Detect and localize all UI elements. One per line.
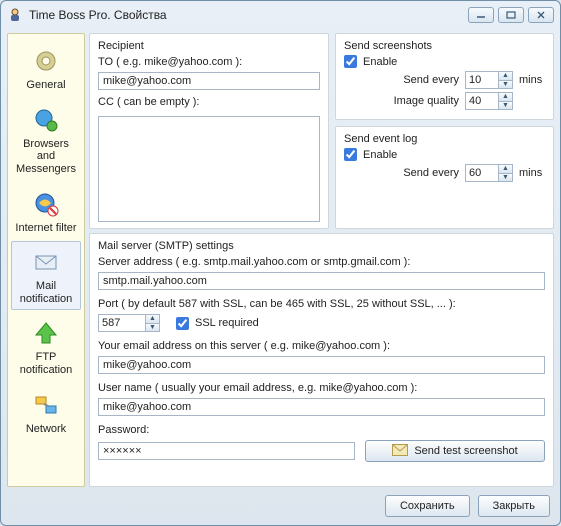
screenshots-quality-label: Image quality	[394, 95, 459, 107]
sidebar-item-label: FTP notification	[14, 351, 78, 376]
close-button[interactable]	[528, 7, 554, 23]
sidebar-item-ftp[interactable]: FTP notification	[11, 312, 81, 381]
screenshots-send-every-label: Send every	[403, 74, 459, 86]
ssl-checkbox[interactable]	[176, 317, 189, 330]
envelope-icon	[392, 444, 408, 459]
globe-people-icon	[30, 104, 62, 136]
recipient-panel: Recipient TO ( e.g. mike@yahoo.com ): CC…	[89, 33, 329, 229]
server-label: Server address ( e.g. smtp.mail.yahoo.co…	[98, 256, 545, 268]
app-window: Time Boss Pro. Свойства General Browsers…	[0, 0, 561, 526]
user-input[interactable]	[98, 398, 545, 416]
eventlog-enable-checkbox[interactable]	[344, 148, 357, 161]
server-input[interactable]	[98, 272, 545, 290]
screenshots-interval-input[interactable]	[465, 71, 499, 89]
sidebar-item-mail[interactable]: Mail notification	[11, 241, 81, 310]
to-input[interactable]	[98, 72, 320, 90]
port-input[interactable]	[98, 314, 146, 332]
your-email-label: Your email address on this server ( e.g.…	[98, 340, 545, 352]
ie-block-icon	[30, 188, 62, 220]
eventlog-enable-label: Enable	[363, 149, 397, 161]
screenshots-panel: Send screenshots Enable Send every ▲▼ mi…	[335, 33, 554, 120]
save-button[interactable]: Сохранить	[385, 495, 470, 517]
to-label: TO ( e.g. mike@yahoo.com ):	[98, 56, 320, 68]
spin-buttons[interactable]: ▲▼	[499, 71, 513, 89]
password-input[interactable]	[98, 442, 355, 460]
sidebar-item-label: Browsers and Messengers	[14, 138, 78, 176]
port-label: Port ( by default 587 with SSL, can be 4…	[98, 298, 545, 310]
network-icon	[30, 389, 62, 421]
recipient-heading: Recipient	[98, 40, 320, 52]
titlebar[interactable]: Time Boss Pro. Свойства	[1, 1, 560, 29]
password-label: Password:	[98, 424, 545, 436]
user-label: User name ( usually your email address, …	[98, 382, 545, 394]
mins-label: mins	[519, 74, 545, 86]
cc-label: CC ( can be empty ):	[98, 96, 320, 108]
ssl-label: SSL required	[195, 317, 259, 329]
sidebar-item-browsers[interactable]: Browsers and Messengers	[11, 99, 81, 181]
send-test-label: Send test screenshot	[414, 445, 517, 457]
sidebar-item-general[interactable]: General	[11, 40, 81, 97]
sidebar: General Browsers and Messengers Internet…	[7, 33, 85, 487]
gear-icon	[30, 45, 62, 77]
sidebar-item-internet-filter[interactable]: Internet filter	[11, 183, 81, 240]
eventlog-heading: Send event log	[344, 133, 545, 145]
smtp-heading: Mail server (SMTP) settings	[98, 240, 545, 252]
mins-label: mins	[519, 167, 545, 179]
eventlog-send-every-label: Send every	[403, 167, 459, 179]
sidebar-item-label: Network	[26, 423, 66, 436]
screenshots-enable-label: Enable	[363, 56, 397, 68]
smtp-panel: Mail server (SMTP) settings Server addre…	[89, 233, 554, 487]
sidebar-item-network[interactable]: Network	[11, 384, 81, 441]
eventlog-interval-input[interactable]	[465, 164, 499, 182]
arrow-up-icon	[30, 317, 62, 349]
your-email-input[interactable]	[98, 356, 545, 374]
screenshots-enable-checkbox[interactable]	[344, 55, 357, 68]
minimize-button[interactable]	[468, 7, 494, 23]
window-title: Time Boss Pro. Свойства	[29, 8, 468, 22]
screenshots-heading: Send screenshots	[344, 40, 545, 52]
cc-input[interactable]	[98, 116, 320, 222]
spin-buttons[interactable]: ▲▼	[499, 92, 513, 110]
send-test-button[interactable]: Send test screenshot	[365, 440, 545, 462]
spin-buttons[interactable]: ▲▼	[146, 314, 160, 332]
spin-buttons[interactable]: ▲▼	[499, 164, 513, 182]
eventlog-panel: Send event log Enable Send every ▲▼ mins	[335, 126, 554, 229]
close-footer-button[interactable]: Закрыть	[478, 495, 550, 517]
sidebar-item-label: General	[26, 79, 65, 92]
app-icon	[7, 7, 23, 23]
maximize-button[interactable]	[498, 7, 524, 23]
sidebar-item-label: Internet filter	[15, 222, 76, 235]
envelope-icon	[30, 246, 62, 278]
screenshots-quality-input[interactable]	[465, 92, 499, 110]
sidebar-item-label: Mail notification	[14, 280, 78, 305]
footer-buttons: Сохранить Закрыть	[1, 487, 560, 525]
